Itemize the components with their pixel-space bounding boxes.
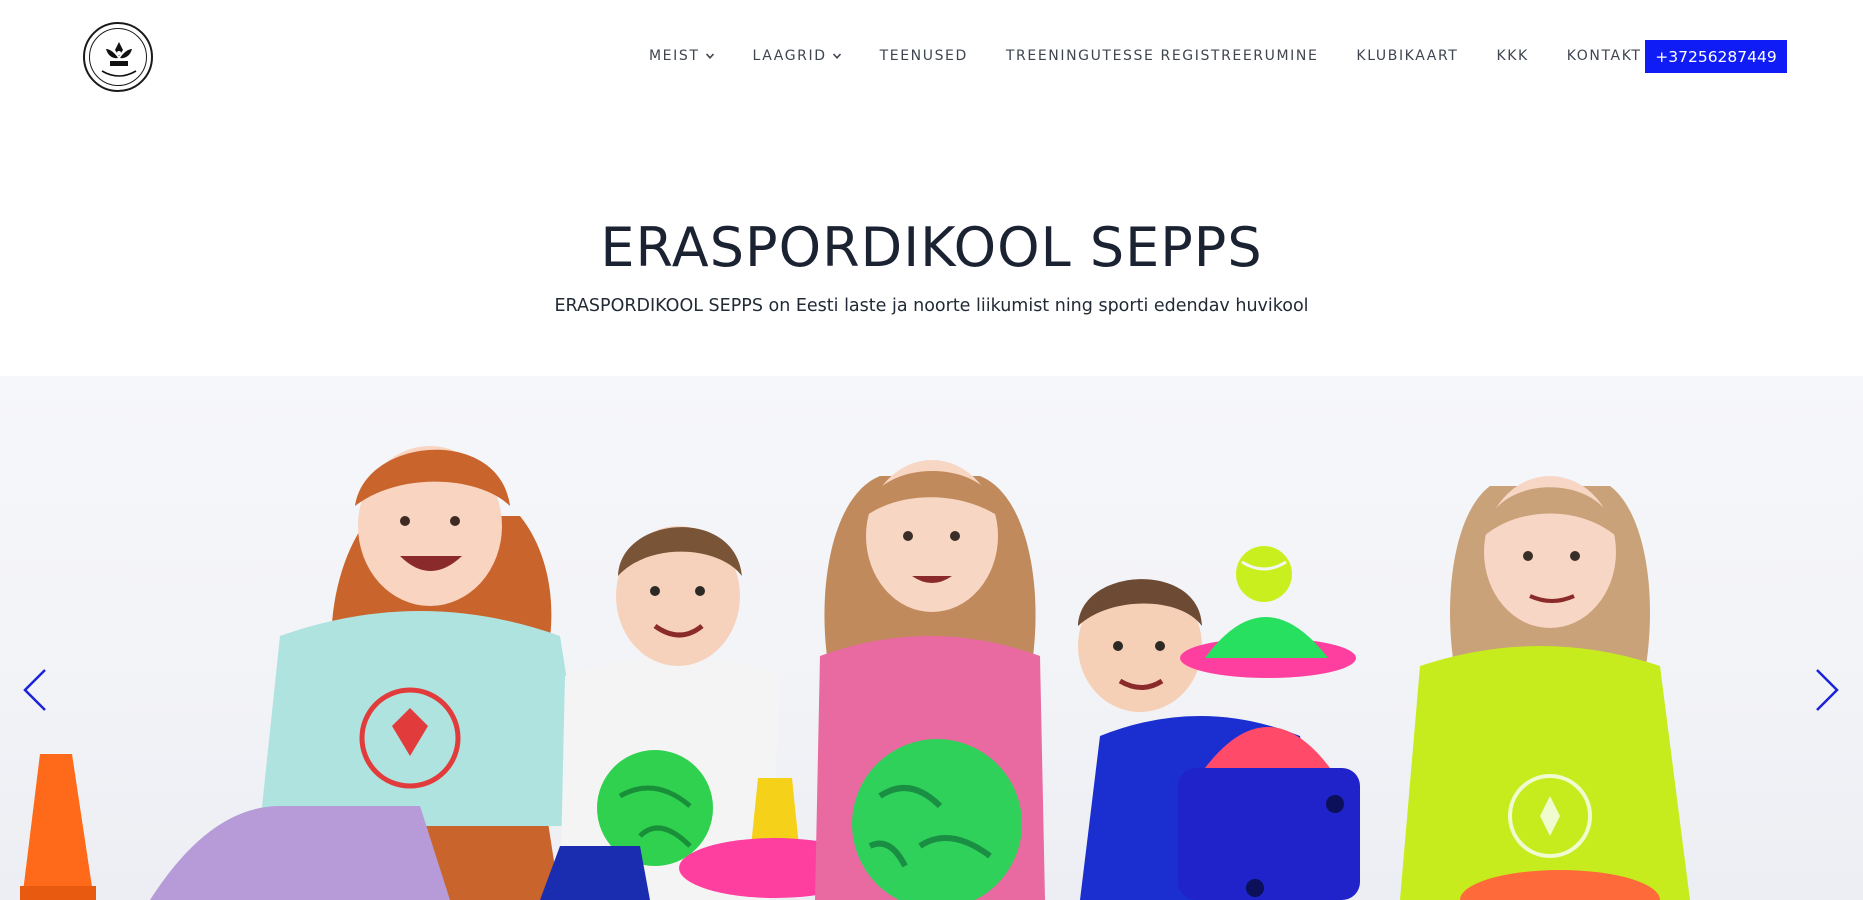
chevron-left-icon[interactable] (20, 666, 50, 714)
page-subtitle: ERASPORDIKOOL SEPPS on Eesti laste ja no… (554, 296, 1309, 316)
nav-item-meist[interactable]: MEIST (649, 48, 715, 64)
main-nav: MEIST LAAGRID TEENUSED TREENINGUTESSE RE… (649, 43, 1642, 69)
nav-item-label: KLUBIKAART (1356, 48, 1459, 64)
sepps-logo-icon (89, 28, 147, 86)
nav-item-laagrid[interactable]: LAAGRID (753, 48, 842, 64)
nav-item-klubikaart[interactable]: KLUBIKAART (1356, 48, 1458, 64)
site-logo[interactable] (83, 22, 153, 92)
phone-button[interactable]: +37256287449 (1645, 40, 1787, 73)
nav-item-label: LAAGRID (752, 48, 827, 64)
nav-item-treeningutesse-registreerumine[interactable]: TREENINGUTESSE REGISTREERUMINE (1006, 48, 1319, 64)
slide-image-children-with-balls (20, 446, 1690, 900)
nav-item-kontakt[interactable]: KONTAKT (1567, 48, 1642, 64)
nav-item-label: TEENUSED (879, 48, 968, 64)
nav-item-label: KONTAKT (1566, 48, 1642, 64)
chevron-right-icon[interactable] (1812, 666, 1842, 714)
site-header: MEIST LAAGRID TEENUSED TREENINGUTESSE RE… (0, 0, 1863, 114)
hero-slider (0, 376, 1863, 900)
nav-item-teenused[interactable]: TEENUSED (880, 48, 968, 64)
chevron-down-icon (832, 53, 841, 59)
chevron-down-icon (705, 53, 714, 59)
page-title: ERASPORDIKOOL SEPPS (600, 216, 1263, 279)
nav-item-kkk[interactable]: KKK (1496, 48, 1528, 64)
nav-item-label: TREENINGUTESSE REGISTREERUMINE (1005, 48, 1319, 64)
nav-item-label: MEIST (649, 48, 700, 64)
nav-item-label: KKK (1496, 48, 1529, 64)
